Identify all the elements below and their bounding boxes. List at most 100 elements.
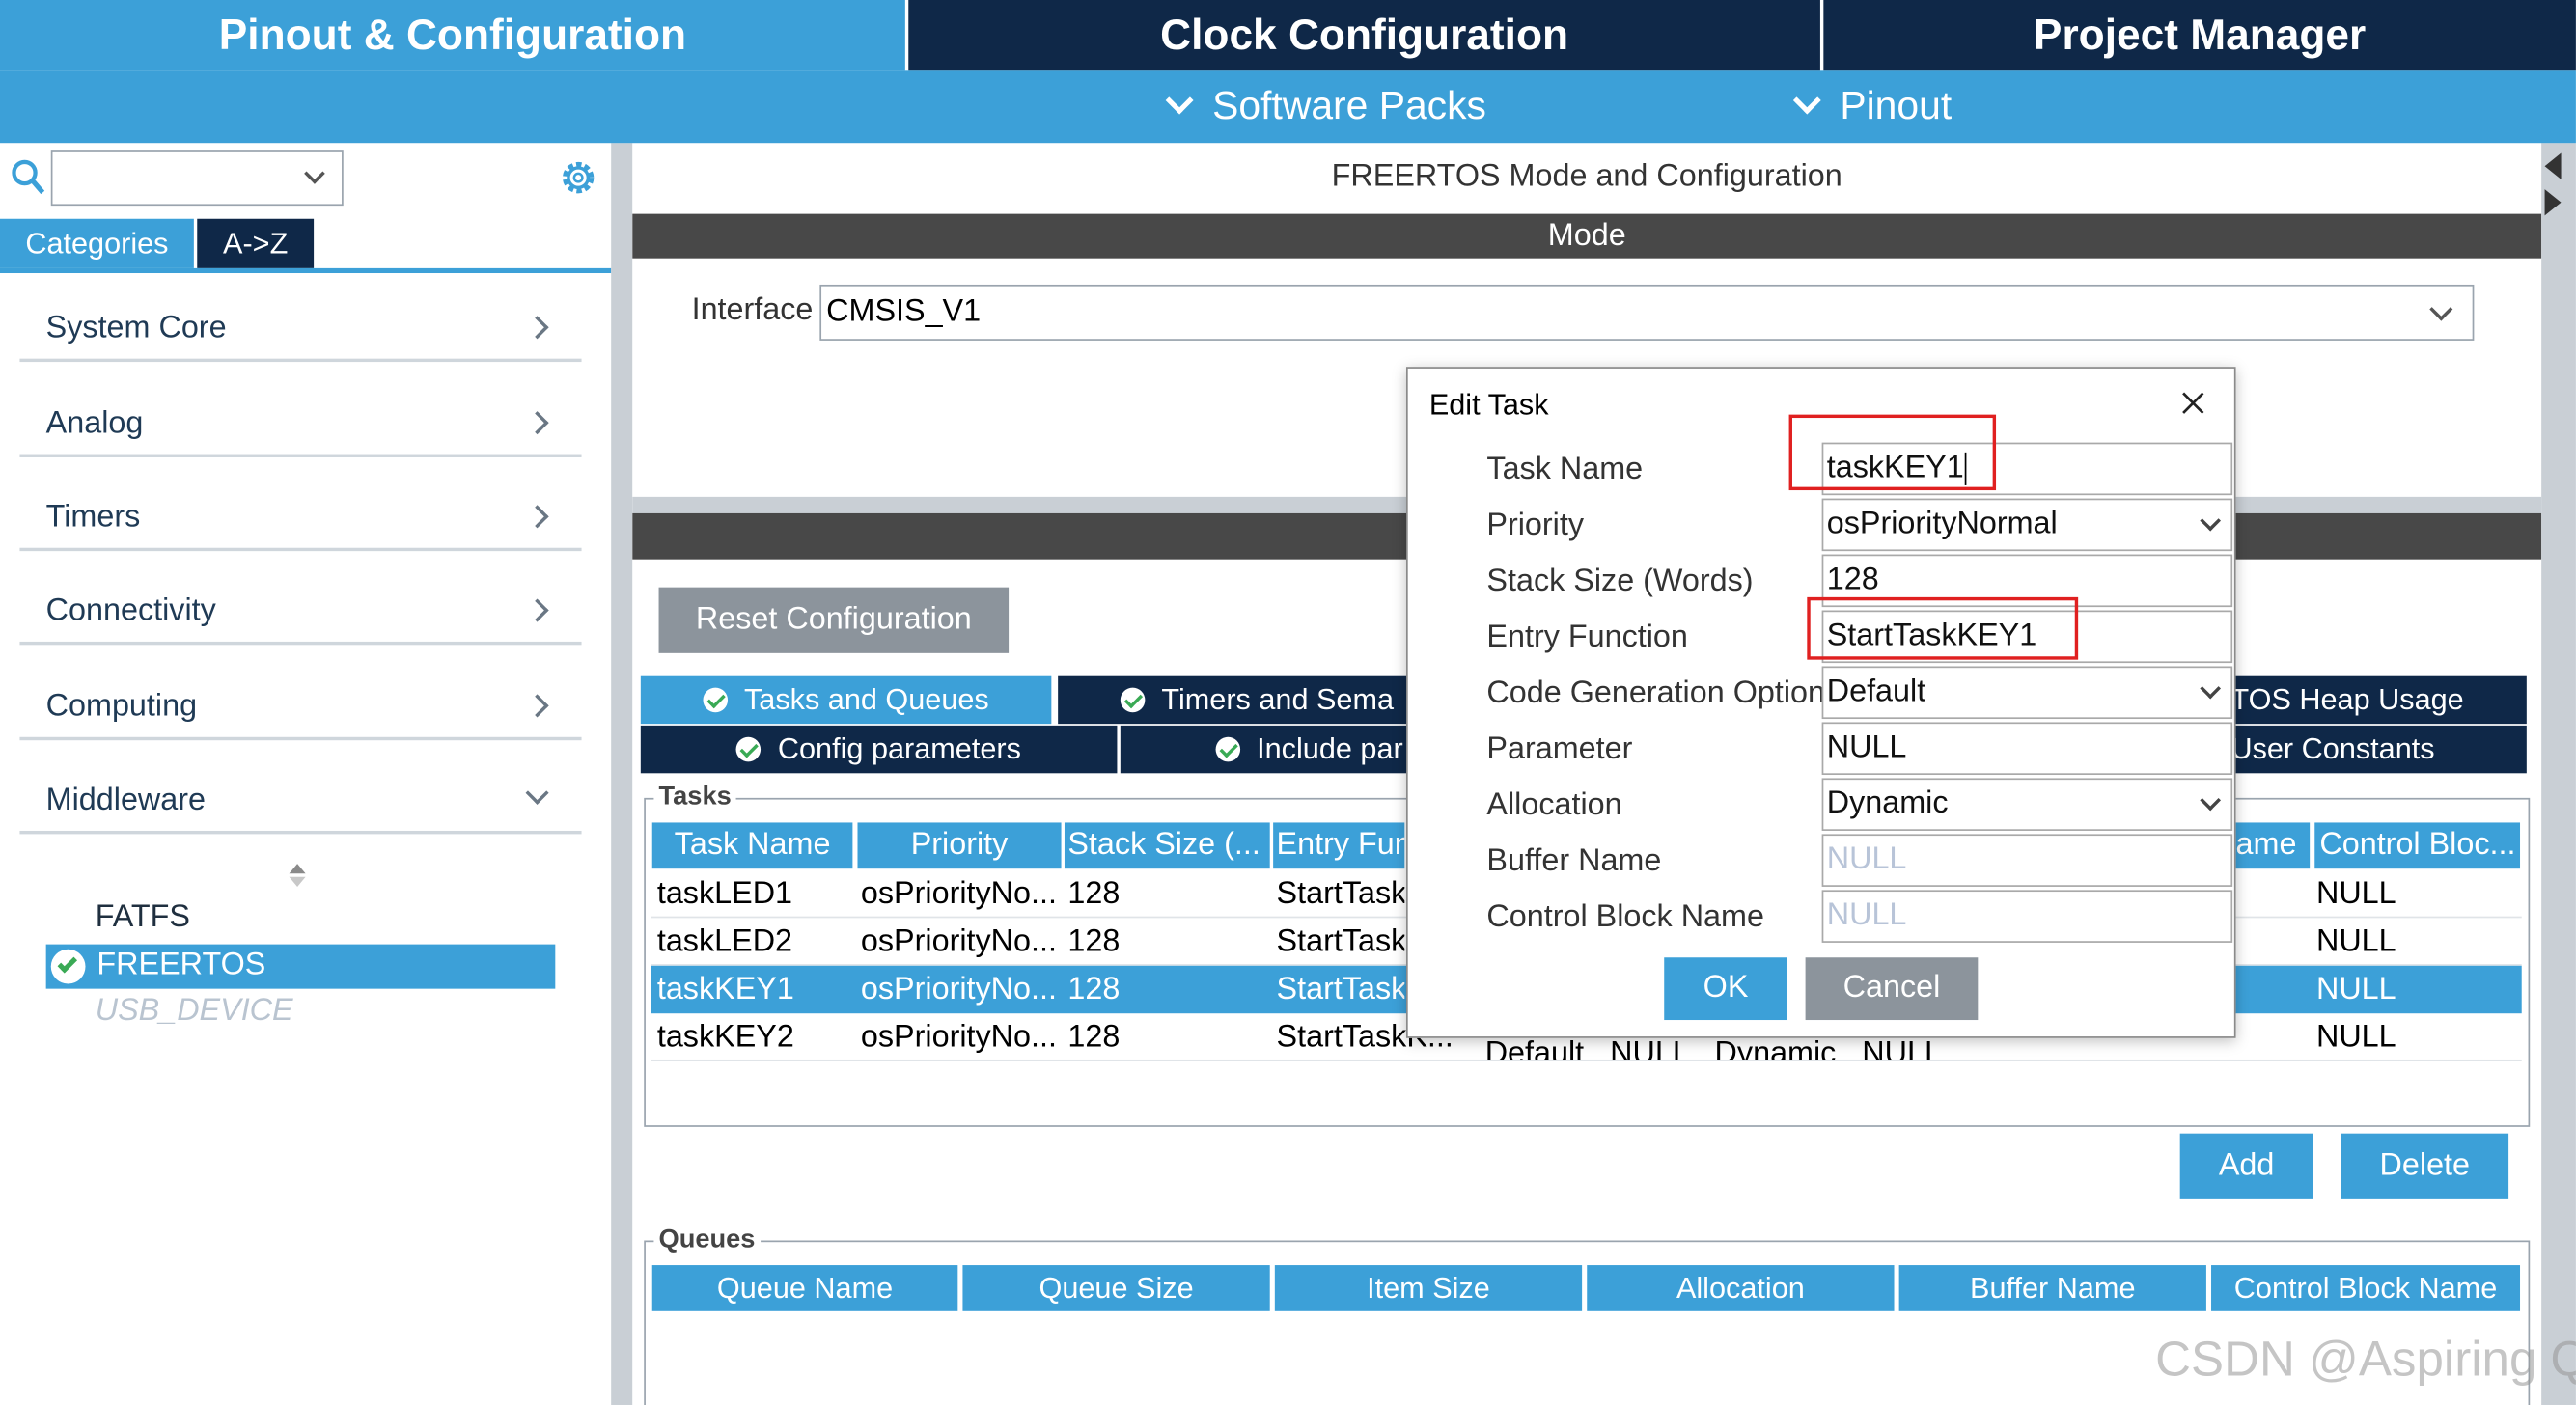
dialog-title: Edit Task bbox=[1428, 388, 1549, 422]
tab-label: TOS Heap Usage bbox=[2230, 682, 2464, 716]
column-header-control-block-name[interactable]: Control Block Name bbox=[2211, 1265, 2521, 1311]
sidebar-item-system-core[interactable]: System Core bbox=[19, 299, 582, 363]
column-header-control-block[interactable]: Control Bloc... bbox=[2314, 822, 2521, 869]
sidebar-item-timers[interactable]: Timers bbox=[19, 488, 582, 552]
code-generation-option-value: Default bbox=[1826, 675, 1926, 709]
priority-select[interactable]: osPriorityNormal bbox=[1821, 498, 2233, 552]
highlight-task-name bbox=[1788, 414, 1997, 491]
chevron-down-icon bbox=[304, 163, 325, 184]
priority-label: Priority bbox=[1486, 508, 1585, 543]
tab-user-constants[interactable]: User Constants bbox=[2184, 725, 2527, 774]
chevron-down-icon bbox=[2200, 789, 2222, 812]
sidebar-item-connectivity[interactable]: Connectivity bbox=[19, 583, 582, 646]
sidebar-item-analog[interactable]: Analog bbox=[19, 395, 582, 457]
tab-categories[interactable]: Categories bbox=[0, 218, 194, 268]
check-icon bbox=[1120, 687, 1146, 713]
interface-value: CMSIS_V1 bbox=[826, 294, 982, 329]
column-header-buffer-name[interactable]: Buffer Name bbox=[1898, 1265, 2206, 1311]
tasks-group-label: Tasks bbox=[653, 783, 736, 813]
cell-stack-size: 128 bbox=[1067, 875, 1121, 911]
middleware-item-fatfs[interactable]: FATFS bbox=[96, 900, 190, 937]
column-header-priority[interactable]: Priority bbox=[857, 822, 1062, 869]
cell-control-block: NULL bbox=[2315, 1019, 2396, 1054]
middleware-item-label: FREERTOS bbox=[97, 948, 266, 982]
column-header-task-name[interactable]: Task Name bbox=[651, 822, 853, 869]
parameter-label: Parameter bbox=[1486, 731, 1633, 767]
pinout-menu[interactable]: Pinout bbox=[1787, 70, 1952, 143]
tab-pinout-configuration[interactable]: Pinout & Configuration bbox=[0, 0, 905, 71]
chevron-down-icon bbox=[1165, 86, 1194, 115]
queues-group-label: Queues bbox=[653, 1226, 761, 1255]
cell-control-block: NULL bbox=[2315, 923, 2396, 959]
tab-clock-configuration[interactable]: Clock Configuration bbox=[908, 0, 1820, 71]
chevron-right-icon bbox=[525, 316, 549, 340]
buffer-name-label: Buffer Name bbox=[1486, 843, 1662, 879]
buffer-name-input: NULL bbox=[1821, 834, 2233, 887]
stack-size-label: Stack Size (Words) bbox=[1486, 564, 1754, 599]
sidebar-item-label: Analog bbox=[45, 406, 144, 441]
task-name-label: Task Name bbox=[1486, 452, 1644, 487]
ok-button[interactable]: OK bbox=[1664, 957, 1787, 1021]
cell-task-name: taskLED1 bbox=[656, 875, 793, 911]
sidebar-item-label: Middleware bbox=[45, 783, 207, 818]
cell-control-block: NULL bbox=[2315, 971, 2396, 1006]
software-packs-menu[interactable]: Software Packs bbox=[1160, 70, 1486, 143]
close-icon[interactable] bbox=[2181, 392, 2204, 415]
check-icon bbox=[703, 687, 728, 713]
parameter-value: NULL bbox=[1826, 730, 1907, 765]
column-header-item-size[interactable]: Item Size bbox=[1274, 1265, 1583, 1311]
cell-priority: osPriorityNo... bbox=[860, 923, 1057, 959]
tab-a-to-z[interactable]: A->Z bbox=[197, 218, 315, 268]
chevron-right-icon bbox=[525, 598, 549, 622]
sort-icon[interactable] bbox=[286, 861, 309, 891]
tab-project-manager[interactable]: Project Manager bbox=[1823, 0, 2576, 71]
add-task-button[interactable]: Add bbox=[2179, 1133, 2313, 1199]
cancel-button[interactable]: Cancel bbox=[1805, 957, 1979, 1021]
delete-task-button[interactable]: Delete bbox=[2341, 1133, 2509, 1199]
tab-freertos-heap-usage[interactable]: TOS Heap Usage bbox=[2184, 675, 2527, 725]
sidebar-item-computing[interactable]: Computing bbox=[19, 677, 582, 741]
page-title: FREERTOS Mode and Configuration bbox=[1331, 159, 1842, 195]
search-input[interactable] bbox=[50, 150, 344, 207]
control-block-name-input: NULL bbox=[1821, 890, 2233, 943]
sidebar-tab-underline bbox=[0, 267, 612, 274]
chevron-down-icon bbox=[2429, 297, 2453, 321]
cell-priority: osPriorityNo... bbox=[860, 971, 1057, 1006]
interface-label: Interface bbox=[691, 292, 814, 328]
tab-tasks-and-queues[interactable]: Tasks and Queues bbox=[640, 675, 1052, 725]
allocation-label: Allocation bbox=[1486, 787, 1622, 823]
tab-config-parameters[interactable]: Config parameters bbox=[640, 725, 1118, 774]
cell-control-block: NULL bbox=[2315, 875, 2396, 911]
collapse-left-icon[interactable] bbox=[2544, 152, 2562, 179]
sidebar-item-middleware[interactable]: Middleware bbox=[19, 772, 582, 835]
panel-splitter[interactable] bbox=[611, 143, 633, 1405]
parameter-input[interactable]: NULL bbox=[1821, 722, 2233, 776]
chevron-right-icon bbox=[525, 694, 549, 718]
column-header-queue-name[interactable]: Queue Name bbox=[651, 1265, 958, 1311]
code-generation-option-select[interactable]: Default bbox=[1821, 666, 2233, 720]
tab-label: User Constants bbox=[2230, 731, 2435, 765]
column-header-entry-function[interactable]: Entry Fun bbox=[1273, 822, 1405, 869]
cell-task-name: taskKEY2 bbox=[656, 1019, 794, 1054]
allocation-value: Dynamic bbox=[1826, 785, 1949, 821]
cell-entry-function: StartTask bbox=[1276, 923, 1405, 959]
collapse-right-icon[interactable] bbox=[2544, 189, 2562, 216]
check-icon bbox=[736, 736, 762, 762]
chevron-down-icon bbox=[2200, 510, 2222, 532]
chevron-right-icon bbox=[525, 505, 549, 529]
cell-task-name: taskLED2 bbox=[656, 923, 793, 959]
cell-stack-size: 128 bbox=[1067, 1019, 1121, 1054]
allocation-select[interactable]: Dynamic bbox=[1821, 778, 2233, 831]
column-header-buffer-name[interactable]: ame bbox=[2235, 822, 2311, 869]
tab-label: Tasks and Queues bbox=[743, 682, 989, 716]
column-header-allocation[interactable]: Allocation bbox=[1587, 1265, 1895, 1311]
reset-configuration-button[interactable]: Reset Configuration bbox=[658, 587, 1010, 653]
column-header-queue-size[interactable]: Queue Size bbox=[962, 1265, 1270, 1311]
pinout-menu-label: Pinout bbox=[1840, 83, 1953, 128]
interface-select[interactable]: CMSIS_V1 bbox=[819, 284, 2475, 341]
middleware-item-freertos[interactable]: FREERTOS bbox=[45, 944, 556, 989]
gear-icon[interactable] bbox=[557, 156, 599, 199]
column-header-stack-size[interactable]: Stack Size (... bbox=[1064, 822, 1270, 869]
right-scroll-strip[interactable] bbox=[2541, 143, 2576, 1405]
check-icon bbox=[1215, 736, 1241, 762]
